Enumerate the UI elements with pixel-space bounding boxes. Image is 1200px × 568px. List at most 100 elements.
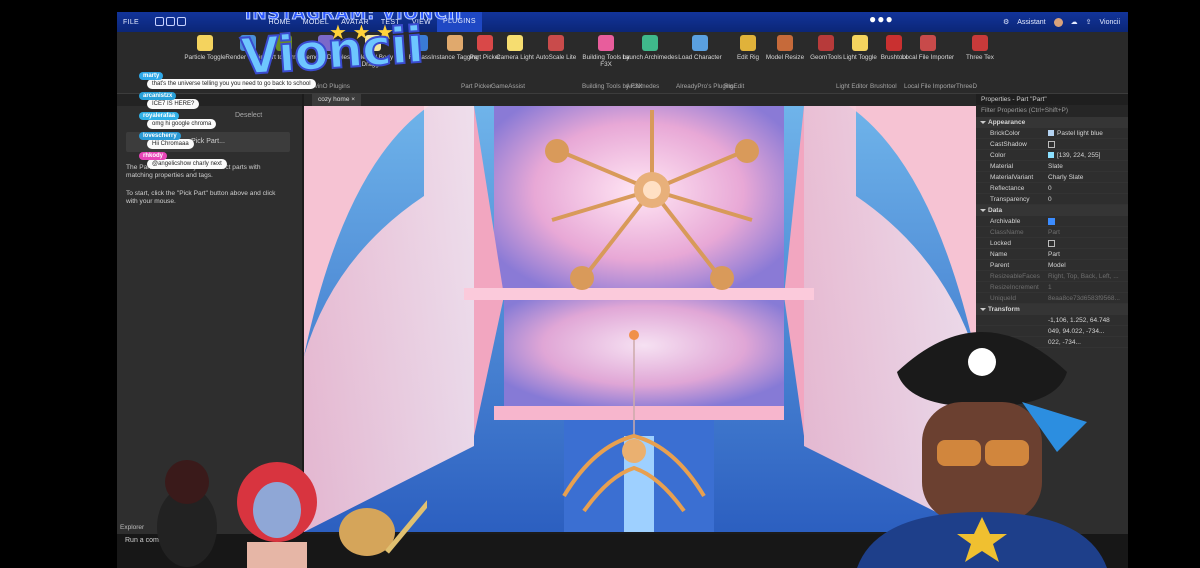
property-value[interactable]: [139, 224, 255] [1048, 152, 1124, 159]
property-row[interactable]: Reflectance 0 [976, 183, 1128, 194]
property-value[interactable]: Part [1048, 251, 1124, 258]
plugin-icon [777, 35, 793, 51]
property-name: UniqueId [990, 295, 1017, 302]
property-value[interactable]: Right, Top, Back, Left, ... [1048, 273, 1124, 280]
property-value[interactable] [1048, 141, 1124, 149]
redo-icon[interactable] [177, 16, 187, 26]
plugin-icon [972, 35, 988, 51]
avatar[interactable] [1053, 17, 1063, 27]
close-icon[interactable]: × [351, 96, 355, 103]
ribbon-button-11[interactable]: Launch Archimedes [622, 35, 678, 61]
chat-text: @angelicshow charly next [147, 159, 227, 169]
menubar-right: ⚙ Assistant ☁ ⇪ Vioncii [1003, 12, 1120, 32]
undo-icon[interactable] [166, 16, 176, 26]
property-value-text: 0 [1048, 196, 1052, 203]
chat-message: omg hi google chroma royalerafaa [139, 112, 329, 132]
color-swatch[interactable] [1048, 152, 1054, 158]
plugin-icon [197, 35, 213, 51]
ribbon-group-label: Local File Importer [904, 83, 957, 90]
properties-section-header[interactable]: Data [976, 205, 1128, 216]
property-row[interactable]: Name Part [976, 249, 1128, 260]
property-row[interactable]: ClassName Part [976, 227, 1128, 238]
property-name: Transparency [990, 196, 1030, 203]
properties-title: Properties - Part "Part" [976, 94, 1128, 105]
chat-username: arcanistzx [139, 92, 177, 100]
property-row[interactable]: Archivable [976, 216, 1128, 227]
ribbon-button-label: Three Tex [966, 54, 994, 61]
vtuber-avatars-left [157, 460, 427, 568]
property-row[interactable]: Parent Model [976, 260, 1128, 271]
property-value[interactable]: 0 [1048, 185, 1124, 192]
ribbon-button-18[interactable]: Local File Importer [900, 35, 956, 61]
property-value[interactable]: 0 [1048, 196, 1124, 203]
property-value[interactable]: Part [1048, 229, 1124, 236]
chat-username: lovescherry [139, 132, 181, 140]
chat-text: ICE7 IS HERE? [147, 99, 200, 109]
property-value-text: Charly Slate [1048, 174, 1084, 181]
checkbox[interactable] [1048, 240, 1055, 247]
chat-username: rhkody [139, 152, 168, 160]
share-icon[interactable]: ⇪ [1086, 18, 1092, 26]
property-row[interactable]: ResizeableFaces Right, Top, Back, Left, .… [976, 271, 1128, 282]
menu-file[interactable]: FILE [117, 19, 145, 26]
stream-chat-overlay: that's the universe telling you you need… [139, 72, 329, 172]
ribbon-group-label: RigEdit [724, 83, 745, 90]
property-value[interactable]: Slate [1048, 163, 1124, 170]
property-value[interactable]: Charly Slate [1048, 174, 1124, 181]
checkbox[interactable] [1048, 218, 1055, 225]
save-icon[interactable] [154, 16, 164, 26]
property-row[interactable]: Material Slate [976, 161, 1128, 172]
gear-icon[interactable]: ⚙ [1003, 18, 1009, 26]
plugin-icon [920, 35, 936, 51]
properties-filter-input[interactable]: Filter Properties (Ctrl+Shift+P) [976, 105, 1128, 117]
explorer-label[interactable]: Explorer [120, 524, 144, 531]
property-row[interactable]: UniqueId 8eaa8ce73d6583f9568... [976, 293, 1128, 304]
chat-username: marty [139, 72, 164, 80]
color-swatch[interactable] [1048, 130, 1054, 136]
property-name: Reflectance [990, 185, 1025, 192]
property-row[interactable]: BrickColor Pastel light blue [976, 128, 1128, 139]
property-name: MaterialVariant [990, 174, 1034, 181]
property-value[interactable]: Model [1048, 262, 1124, 269]
plugin-icon [507, 35, 523, 51]
vtuber-avatar-pirate [857, 332, 1107, 568]
property-value[interactable]: Pastel light blue [1048, 130, 1124, 137]
ribbon-button-9[interactable]: AutoScale Lite [528, 35, 584, 61]
ribbon-group-label: Part Picker [461, 83, 492, 90]
overlay-dots-icon: ●●● [869, 12, 894, 26]
property-name: ResizeableFaces [990, 273, 1040, 280]
properties-section-header[interactable]: Appearance [976, 117, 1128, 128]
property-value-text: Part [1048, 251, 1060, 258]
property-value-text: Right, Top, Back, Left, ... [1048, 273, 1119, 280]
ribbon-group-label: GameAssist [491, 83, 525, 90]
property-value[interactable]: 1 [1048, 284, 1124, 291]
checkbox[interactable] [1048, 141, 1055, 148]
ribbon-group-label: Light Editor [836, 83, 868, 90]
property-row[interactable]: Transparency 0 [976, 194, 1128, 205]
property-row[interactable]: MaterialVariant Charly Slate [976, 172, 1128, 183]
property-value[interactable] [1048, 218, 1124, 226]
chat-message: @angelicshow charly next rhkody [139, 152, 329, 172]
property-value[interactable] [1048, 240, 1124, 248]
property-row[interactable]: Color [139, 224, 255] [976, 150, 1128, 161]
plugin-icon [642, 35, 658, 51]
chat-text: Hii Chromaaa [147, 139, 194, 149]
property-row[interactable]: ResizeIncrement 1 [976, 282, 1128, 293]
cloud-icon[interactable]: ☁ [1071, 18, 1078, 26]
ribbon-button-label: Local File Importer [901, 54, 955, 61]
property-value[interactable]: 8eaa8ce73d6583f9568... [1048, 295, 1124, 302]
menu-icons [149, 16, 193, 28]
studio-window: FILE HOME MODEL AVATAR TEST VIEW PLUGINS… [117, 12, 1128, 568]
property-row[interactable]: CastShadow [976, 139, 1128, 150]
username[interactable]: Vioncii [1100, 19, 1121, 26]
property-name: Archivable [990, 218, 1021, 225]
chat-message: Hii Chromaaa lovescherry [139, 132, 329, 152]
assistant-button[interactable]: Assistant [1017, 19, 1045, 26]
property-row[interactable]: Locked [976, 238, 1128, 249]
ribbon-button-label: AutoScale Lite [535, 54, 577, 61]
property-name: ResizeIncrement [990, 284, 1039, 291]
property-value-text: Part [1048, 229, 1060, 236]
property-name: Parent [990, 262, 1010, 269]
ribbon-button-19[interactable]: Three Tex [952, 35, 1008, 61]
chat-text: omg hi google chroma [147, 119, 217, 129]
